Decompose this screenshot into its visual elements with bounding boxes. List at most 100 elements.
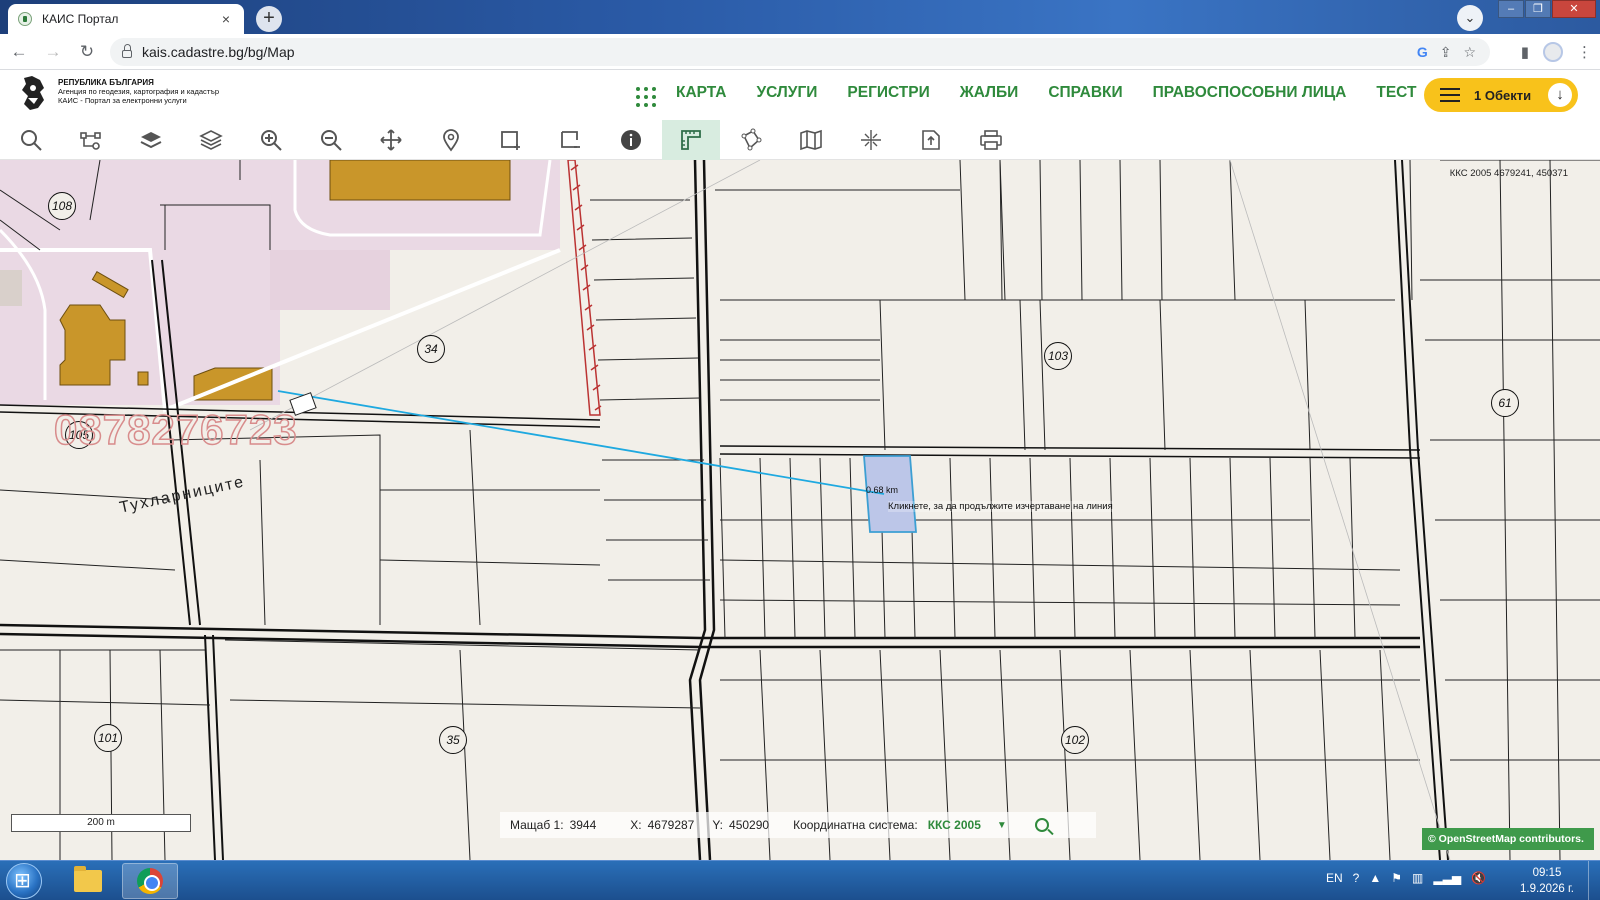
layers-list-tool[interactable] (182, 120, 240, 160)
new-tab-button[interactable]: + (256, 6, 282, 32)
nodes-icon (80, 132, 101, 150)
system-clock[interactable]: 09:15 1.9.2026 г. (1512, 865, 1582, 897)
os-taskbar: EN ? ▲ ⚑ ▥ ▂▃▅ 🔇 09:15 1.9.2026 г. (0, 860, 1600, 900)
show-desktop-button[interactable] (1588, 861, 1600, 900)
export-tool[interactable] (902, 120, 960, 160)
tab-close-icon[interactable]: × (218, 11, 234, 27)
parcel-number-103[interactable]: 103 (1044, 342, 1072, 370)
reload-icon[interactable]: ↻ (72, 37, 102, 67)
layers-filled-icon (140, 132, 162, 149)
browser-menu-icon[interactable]: ⋮ (1577, 43, 1592, 61)
maximize-button[interactable]: ❐ (1525, 0, 1551, 18)
clock-time: 09:15 (1532, 867, 1562, 879)
share-icon[interactable]: ⇪ (1440, 44, 1452, 61)
system-tray: EN ? ▲ ⚑ ▥ ▂▃▅ 🔇 (1326, 871, 1486, 885)
back-arrow-icon[interactable]: ← (4, 37, 34, 67)
pan-tool[interactable] (362, 120, 420, 160)
zoom-out-icon (321, 130, 342, 151)
tab-search-button[interactable]: ⌄ (1457, 5, 1483, 31)
minimize-button[interactable]: – (1498, 0, 1524, 18)
volume-icon[interactable]: 🔇 (1471, 871, 1486, 885)
browser-tab-strip: КАИС Портал × + ⌄ – ❐ ✕ (0, 0, 1600, 34)
parcel-number-108[interactable]: 108 (48, 192, 76, 220)
coordinates-tool[interactable] (842, 120, 900, 160)
folder-icon (74, 866, 102, 892)
help-icon[interactable]: ? (1353, 871, 1360, 885)
y-value: 450290 (729, 818, 770, 832)
layers-tool[interactable] (122, 120, 180, 160)
forward-arrow-icon[interactable]: → (38, 37, 68, 67)
start-button[interactable] (6, 863, 42, 899)
taskbar-chrome[interactable] (122, 863, 178, 899)
nav-complaints[interactable]: ЖАЛБИ (960, 84, 1019, 102)
search-tool[interactable] (2, 120, 60, 160)
language-indicator[interactable]: EN (1326, 871, 1343, 885)
place-marker-tool[interactable] (422, 120, 480, 160)
polygon-icon (741, 128, 762, 151)
nav-test[interactable]: ТЕСТ (1376, 84, 1416, 102)
arrow-down-icon: ↓ (1548, 83, 1572, 107)
tray-expand-icon[interactable]: ▲ (1369, 871, 1381, 885)
tab-title: КАИС Портал (42, 12, 119, 26)
move-icon (380, 129, 402, 151)
parcel-number-35[interactable]: 35 (439, 726, 467, 754)
google-icon[interactable]: G (1417, 44, 1428, 60)
zoom-in-icon (261, 130, 282, 151)
info-tool[interactable] (602, 120, 660, 160)
nav-registers[interactable]: РЕГИСТРИ (847, 84, 929, 102)
objects-button[interactable]: 1 Обекти ↓ (1424, 78, 1578, 112)
parcel-number-61[interactable]: 61 (1491, 389, 1519, 417)
browser-tab[interactable]: КАИС Портал × (8, 4, 244, 34)
nav-licensed-persons[interactable]: ПРАВОСПОСОБНИ ЛИЦА (1153, 84, 1347, 102)
phone-watermark: 0878276723 (53, 405, 298, 454)
nav-references[interactable]: СПРАВКИ (1048, 84, 1122, 102)
coordinate-system-label: Координатна система: (793, 818, 918, 832)
crosshair-icon (861, 130, 881, 150)
nav-services[interactable]: УСЛУГИ (756, 84, 817, 102)
parcel-number-101[interactable]: 101 (94, 724, 122, 752)
profile-avatar[interactable] (1543, 42, 1563, 62)
route-tool[interactable] (62, 120, 120, 160)
zoom-out-tool[interactable] (302, 120, 360, 160)
osm-attribution[interactable]: © OpenStreetMap contributors. (1422, 828, 1594, 850)
bookmark-star-icon[interactable]: ☆ (1463, 44, 1476, 61)
side-panel-icon[interactable]: ▮ (1521, 43, 1529, 61)
apps-grid-icon[interactable] (636, 87, 656, 107)
menu-burger-icon (1440, 84, 1460, 106)
measured-distance: 0.68 km (866, 485, 899, 495)
map-sheets-tool[interactable] (782, 120, 840, 160)
coordinate-search-icon[interactable] (1034, 818, 1049, 832)
scale-label: Мащаб 1: (510, 818, 564, 832)
nav-map[interactable]: КАРТА (676, 84, 726, 102)
measure-tool[interactable] (662, 120, 720, 160)
taskbar-explorer[interactable] (60, 863, 116, 899)
x-value: 4679287 (647, 818, 695, 832)
site-favicon-icon (18, 12, 32, 26)
parcel-number-34[interactable]: 34 (417, 335, 445, 363)
cadastral-map[interactable]: ККС 2005 4679241, 450371 108 34 105 103 … (0, 160, 1600, 860)
select-plus-icon (501, 131, 520, 150)
objects-count: 1 Обекти (1474, 87, 1532, 103)
window-controls: – ❐ ✕ (1497, 0, 1596, 20)
zoom-in-tool[interactable] (242, 120, 300, 160)
y-label: Y: (712, 818, 724, 832)
close-window-button[interactable]: ✕ (1552, 0, 1596, 18)
map-canvas[interactable] (0, 160, 1600, 860)
dropdown-arrow-icon[interactable]: ▼ (997, 820, 1007, 831)
coat-of-arms-logo-icon[interactable] (18, 74, 48, 112)
select-remove-tool[interactable] (542, 120, 600, 160)
select-add-tool[interactable] (482, 120, 540, 160)
coordinate-system-select[interactable]: ККС 2005 (928, 818, 981, 832)
url-input[interactable]: kais.cadastre.bg/bg/Map G ⇪ ☆ (110, 38, 1490, 66)
map-toolbar (0, 120, 1600, 160)
parcel-number-102[interactable]: 102 (1061, 726, 1089, 754)
signal-icon[interactable]: ▂▃▅ (1433, 871, 1461, 885)
flag-icon[interactable]: ⚑ (1391, 871, 1402, 885)
polygon-tool[interactable] (722, 120, 780, 160)
network-icon[interactable]: ▥ (1412, 871, 1423, 885)
main-navigation: КАРТА УСЛУГИ РЕГИСТРИ ЖАЛБИ СПРАВКИ ПРАВ… (676, 84, 1416, 102)
map-status-bar: Мащаб 1: 3944 X: 4679287 Y: 450290 Коорд… (500, 812, 1096, 838)
print-tool[interactable] (962, 120, 1020, 160)
export-icon (922, 130, 940, 150)
info-icon (621, 130, 641, 150)
